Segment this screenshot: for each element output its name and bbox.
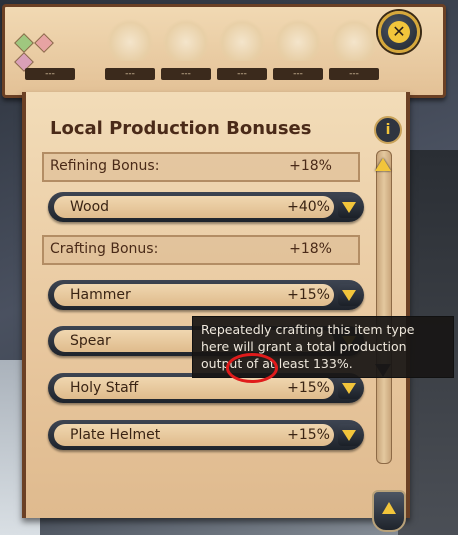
resource-slot-ore[interactable]: --- — [161, 13, 211, 83]
chevron-down-icon — [342, 430, 356, 441]
crafting-bonus-value: +18% — [289, 241, 332, 257]
item-bonus: +40% — [287, 199, 330, 215]
item-field: Wood +40% — [54, 196, 334, 218]
item-bonus: +15% — [287, 380, 330, 396]
crafting-item-hammer[interactable]: Hammer +15% — [48, 280, 364, 310]
resource-slot-gems: --- — [14, 13, 75, 83]
resource-bar: --- --- --- --- --- --- — [2, 4, 446, 98]
item-field: Holy Staff +15% — [54, 377, 334, 399]
resource-amount: --- — [25, 68, 75, 80]
item-bonus: +15% — [287, 287, 330, 303]
refining-bonus-header: Refining Bonus: +18% — [42, 152, 360, 182]
crafting-item-plate-helmet[interactable]: Plate Helmet +15% — [48, 420, 364, 450]
refining-bonus-value: +18% — [289, 158, 332, 174]
scroll-up-button[interactable] — [372, 152, 394, 178]
chevron-down-icon — [342, 383, 356, 394]
scrollbar-track[interactable] — [376, 150, 392, 464]
resource-slot-logs[interactable]: --- — [105, 13, 155, 83]
dropdown-button[interactable] — [338, 196, 360, 218]
gem-green-icon — [14, 33, 34, 53]
dropdown-button[interactable] — [338, 424, 360, 446]
chevron-down-icon — [342, 202, 356, 213]
resource-slot-stone[interactable]: --- — [329, 13, 379, 83]
item-name: Plate Helmet — [70, 427, 161, 443]
item-name: Hammer — [70, 287, 131, 303]
ore-icon — [163, 19, 209, 61]
item-name: Holy Staff — [70, 380, 139, 396]
item-name: Wood — [70, 199, 110, 215]
item-bonus: +15% — [287, 427, 330, 443]
resource-slot-fiber[interactable]: --- — [273, 13, 323, 83]
resource-amount: --- — [273, 68, 323, 80]
dropdown-button[interactable] — [338, 377, 360, 399]
resource-amount: --- — [105, 68, 155, 80]
close-button[interactable]: ✕ — [378, 11, 420, 53]
arrow-up-icon — [375, 158, 391, 171]
info-button[interactable]: i — [374, 116, 402, 144]
hide-icon — [219, 19, 265, 61]
page-scroll-up-button[interactable] — [372, 490, 406, 532]
arrow-up-icon — [382, 502, 396, 514]
resource-amount: --- — [161, 68, 211, 80]
close-icon: ✕ — [388, 21, 410, 43]
chevron-down-icon — [342, 290, 356, 301]
crafting-bonus-header: Crafting Bonus: +18% — [42, 235, 360, 265]
item-name: Spear — [70, 333, 111, 349]
resource-slot-hide[interactable]: --- — [217, 13, 267, 83]
crafting-bonus-label: Crafting Bonus: — [50, 241, 159, 257]
resource-amount: --- — [217, 68, 267, 80]
refining-bonus-label: Refining Bonus: — [50, 158, 160, 174]
refining-item-wood[interactable]: Wood +40% — [48, 192, 364, 222]
item-field: Hammer +15% — [54, 284, 334, 306]
logs-icon — [107, 19, 153, 61]
resource-amount: --- — [329, 68, 379, 80]
stone-icon — [331, 19, 377, 61]
item-field: Plate Helmet +15% — [54, 424, 334, 446]
highlight-circle — [226, 353, 278, 383]
panel-title: Local Production Bonuses — [50, 118, 312, 139]
production-bonuses-panel: Local Production Bonuses i Refining Bonu… — [22, 92, 410, 518]
dropdown-button[interactable] — [338, 284, 360, 306]
fiber-icon — [275, 19, 321, 61]
gem-pink-icon — [34, 33, 54, 53]
